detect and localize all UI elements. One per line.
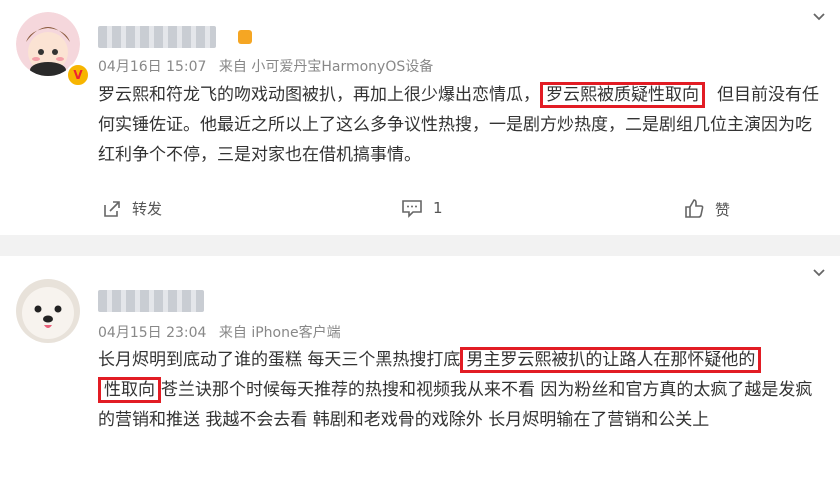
post-source: 来自 iPhone客户端 xyxy=(218,325,341,341)
text-segment: 罗云熙和符龙飞的吻戏动图被扒，再加上很少爆出恋情瓜， xyxy=(98,85,540,105)
share-label: 转发 xyxy=(132,200,163,218)
username-1-blurred[interactable] xyxy=(98,26,216,48)
highlight-box: 男主罗云熙被扒的让路人在那怀疑他的 xyxy=(460,347,762,373)
chevron-down-icon[interactable] xyxy=(812,266,826,280)
post-meta-1: 04月16日 15:07 来自 小可爱丹宝HarmonyOS设备 xyxy=(98,56,433,76)
action-bar: 转发 1 赞 xyxy=(0,188,840,228)
comment-button[interactable]: 1 xyxy=(401,198,443,218)
text-segment: 长月烬明到底动了谁的蛋糕 每天三个黑热搜打底 xyxy=(98,350,461,370)
post-date[interactable]: 04月15日 23:04 xyxy=(98,325,206,341)
chevron-down-icon[interactable] xyxy=(812,10,826,24)
post-text-2: 长月烬明到底动了谁的蛋糕 每天三个黑热搜打底 男主罗云熙被扒的让路人在那怀疑他的性… xyxy=(98,345,823,435)
comment-icon xyxy=(402,200,422,218)
highlight-box: 性取向 xyxy=(98,377,161,403)
post-text-1: 罗云熙和符龙飞的吻戏动图被扒，再加上很少爆出恋情瓜， 罗云熙被质疑性取向 但目前没有… xyxy=(98,80,823,170)
verified-badge: V xyxy=(66,63,90,87)
share-button[interactable]: 转发 xyxy=(102,198,162,219)
post-meta-2: 04月15日 23:04 来自 iPhone客户端 xyxy=(98,322,341,342)
avatar-2[interactable] xyxy=(16,279,80,343)
text-segment: 苍兰诀那个时候每天推荐的热搜和视频我从来不看 因为粉丝和官方真的太疯了越是发疯的… xyxy=(98,380,813,430)
member-badge-icon xyxy=(238,30,252,44)
thumbs-up-icon xyxy=(685,199,704,218)
share-icon xyxy=(104,200,120,217)
like-label: 赞 xyxy=(715,200,731,219)
post-source: 来自 小可爱丹宝HarmonyOS设备 xyxy=(218,59,434,75)
highlight-box: 罗云熙被质疑性取向 xyxy=(540,82,705,108)
like-button[interactable]: 赞 xyxy=(683,198,730,220)
post-date[interactable]: 04月16日 15:07 xyxy=(98,59,206,75)
username-2-blurred[interactable] xyxy=(98,290,204,312)
comment-count: 1 xyxy=(433,199,443,217)
